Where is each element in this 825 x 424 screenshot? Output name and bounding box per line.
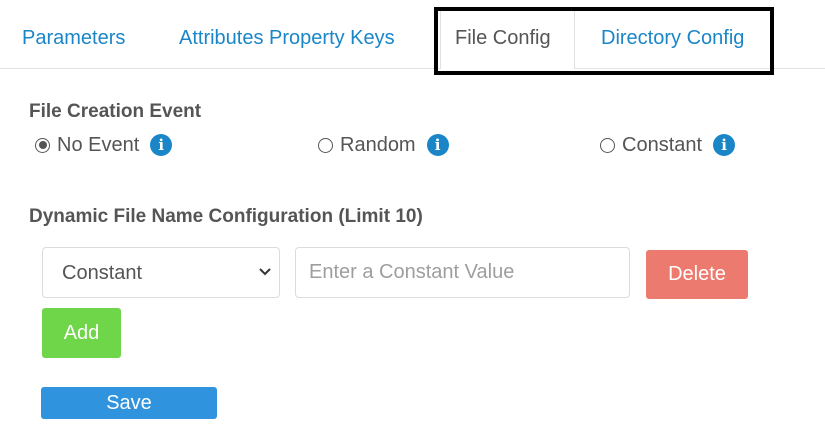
file-creation-event-title: File Creation Event	[29, 101, 202, 122]
no-event-label: No Event	[57, 133, 140, 156]
radio-option-random[interactable]: Random i	[318, 132, 449, 158]
tab-parameters[interactable]: Parameters	[22, 0, 125, 68]
constant-radio[interactable]	[600, 137, 615, 153]
no-event-radio[interactable]	[35, 137, 50, 153]
tab-bar: Parameters Attributes Property Keys File…	[0, 0, 825, 75]
random-radio[interactable]	[318, 137, 333, 153]
segment-type-select[interactable]: Constant	[42, 247, 280, 298]
add-button[interactable]: Add	[42, 308, 121, 358]
info-icon[interactable]: i	[426, 134, 449, 156]
radio-option-constant[interactable]: Constant i	[600, 132, 736, 158]
delete-button[interactable]: Delete	[646, 250, 748, 299]
radio-option-no-event[interactable]: No Event i	[35, 132, 173, 158]
tab-file-config[interactable]: File Config	[455, 0, 551, 68]
segment-type-value: Constant	[62, 262, 143, 284]
tab-directory-config[interactable]: Directory Config	[601, 0, 744, 68]
tab-attributes-property-keys[interactable]: Attributes Property Keys	[179, 0, 395, 68]
random-label: Random	[340, 133, 416, 156]
dynamic-file-name-title: Dynamic File Name Configuration (Limit 1…	[29, 206, 423, 227]
info-icon[interactable]: i	[713, 134, 736, 156]
constant-value-input[interactable]	[295, 247, 630, 298]
save-button[interactable]: Save	[41, 387, 217, 419]
info-icon[interactable]: i	[150, 134, 173, 156]
chevron-down-icon	[259, 268, 271, 276]
constant-label: Constant	[622, 133, 703, 156]
